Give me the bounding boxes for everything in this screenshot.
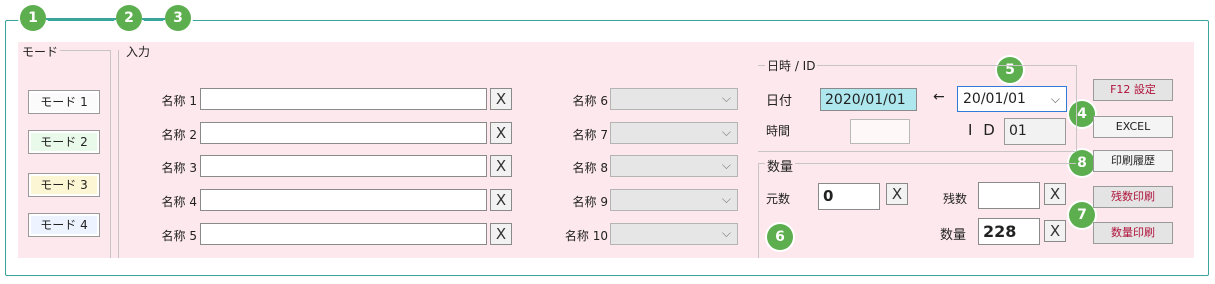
- name-input[interactable]: [200, 155, 487, 177]
- name-select[interactable]: ⌵: [610, 155, 738, 177]
- clear-name-button[interactable]: X: [490, 155, 512, 177]
- quantity-field[interactable]: 228: [978, 218, 1040, 245]
- date-select-value: 20/01/01: [963, 91, 1026, 107]
- id-field[interactable]: 01: [1004, 118, 1066, 145]
- name-label: 名称 3: [161, 161, 197, 175]
- quantity-group-border: [758, 163, 759, 258]
- datetime-group-label: 日時 / ID: [765, 57, 818, 74]
- name-select[interactable]: ⌵: [610, 88, 738, 110]
- datetime-group-border: [1076, 65, 1077, 151]
- name-label: 名称 2: [161, 128, 197, 142]
- chevron-down-icon: ⌵: [721, 226, 731, 240]
- name-input[interactable]: [200, 88, 487, 110]
- print-history-button[interactable]: 印刷履歴: [1093, 150, 1173, 172]
- name-select[interactable]: ⌵: [610, 189, 738, 211]
- remaining-print-button[interactable]: 残数印刷: [1093, 186, 1173, 208]
- name-input[interactable]: [200, 189, 487, 211]
- name-select[interactable]: ⌵: [610, 122, 738, 144]
- name-label: 名称 5: [161, 229, 197, 243]
- quantity-label: 数量: [940, 228, 967, 243]
- input-group-border: [118, 50, 119, 258]
- mode-group-border: [110, 50, 111, 258]
- mode-2-button[interactable]: モード 2: [28, 130, 100, 154]
- chevron-down-icon: ⌵: [721, 192, 731, 206]
- name-label: 名称 7: [572, 128, 608, 142]
- chevron-down-icon: ⌵: [721, 91, 731, 105]
- name-select[interactable]: ⌵: [610, 223, 738, 245]
- badge-1: 1: [20, 5, 46, 31]
- date-label: 日付: [766, 94, 793, 109]
- date-field[interactable]: 2020/01/01: [820, 88, 917, 111]
- chevron-down-icon: ⌵: [1050, 92, 1060, 106]
- badge-3: 3: [165, 5, 191, 31]
- connector-line: [142, 18, 165, 20]
- f12-settings-button[interactable]: F12 設定: [1093, 79, 1173, 101]
- chevron-down-icon: ⌵: [721, 125, 731, 139]
- name-label: 名称 1: [161, 94, 197, 108]
- badge-5: 5: [997, 57, 1023, 83]
- clear-quantity-button[interactable]: X: [1044, 220, 1066, 242]
- clear-name-button[interactable]: X: [490, 189, 512, 211]
- mode-1-button[interactable]: モード 1: [28, 90, 100, 114]
- quantity-print-button[interactable]: 数量印刷: [1093, 222, 1173, 244]
- name-input[interactable]: [200, 122, 487, 144]
- mode-3-button[interactable]: モード 3: [28, 173, 100, 197]
- datetime-group-border: [758, 151, 1076, 152]
- remaining-count-label: 残数: [943, 192, 968, 206]
- badge-7: 7: [1069, 202, 1095, 228]
- badge-2: 2: [116, 5, 142, 31]
- excel-button[interactable]: EXCEL: [1093, 116, 1173, 138]
- name-input[interactable]: [200, 223, 487, 245]
- clear-name-button[interactable]: X: [490, 223, 512, 245]
- quantity-group-label: 数量: [765, 156, 796, 175]
- name-label: 名称 9: [572, 195, 608, 209]
- time-label: 時間: [766, 124, 791, 138]
- mode-4-button[interactable]: モード 4: [28, 213, 100, 237]
- badge-6: 6: [767, 224, 793, 250]
- connector-line: [46, 18, 116, 20]
- input-group-label: 入力: [124, 43, 153, 60]
- base-count-field[interactable]: 0: [818, 183, 880, 210]
- time-field[interactable]: [850, 119, 910, 144]
- id-label: I D: [968, 121, 998, 139]
- name-label: 名称 6: [572, 94, 608, 108]
- name-label: 名称 8: [572, 161, 608, 175]
- chevron-down-icon: ⌵: [721, 158, 731, 172]
- name-label: 名称 4: [161, 195, 197, 209]
- date-select[interactable]: 20/01/01 ⌵: [957, 86, 1067, 112]
- name-label: 名称 10: [564, 229, 608, 243]
- clear-name-button[interactable]: X: [490, 122, 512, 144]
- clear-name-button[interactable]: X: [490, 88, 512, 110]
- base-count-label: 元数: [766, 192, 791, 206]
- quantity-group-border: [758, 163, 1076, 164]
- mode-group-label: モード: [20, 43, 61, 60]
- clear-remaining-count-button[interactable]: X: [1044, 183, 1066, 205]
- clear-base-count-button[interactable]: X: [886, 183, 908, 205]
- arrow-left-icon: ←: [933, 89, 945, 105]
- remaining-count-field[interactable]: [978, 182, 1040, 209]
- badge-4: 4: [1069, 101, 1095, 127]
